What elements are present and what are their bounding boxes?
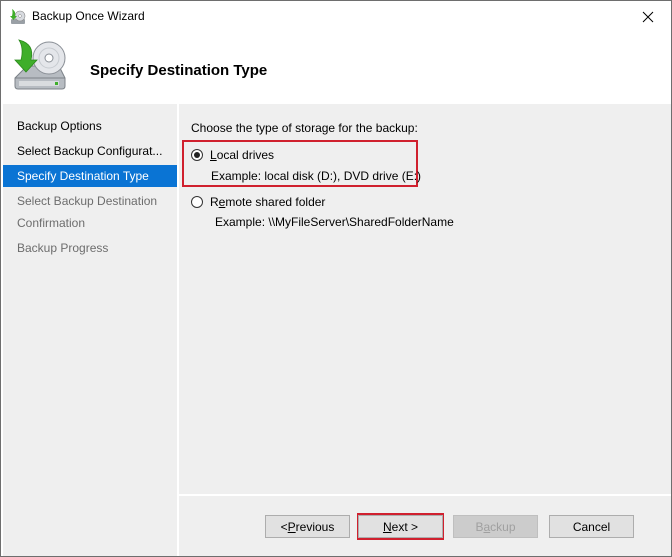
remote-shared-folder-label: Remote shared folder [210, 195, 326, 209]
page-title: Specify Destination Type [90, 62, 268, 79]
close-icon [642, 11, 654, 22]
close-button[interactable] [625, 1, 671, 32]
cancel-button[interactable]: Cancel [549, 515, 634, 538]
step-select-backup-destination: Select Backup Destination [17, 194, 158, 208]
previous-button[interactable]: < Previous [265, 515, 350, 538]
local-drives-radio[interactable] [191, 149, 203, 161]
step-backup-progress: Backup Progress [17, 241, 109, 255]
backup-drive-icon [14, 39, 66, 90]
step-backup-options[interactable]: Backup Options [3, 115, 177, 137]
remote-shared-folder-radio-option[interactable]: Remote shared folder [191, 195, 325, 209]
wizard-header: Specify Destination Type [1, 32, 671, 102]
local-drives-radio-option[interactable]: Local drives [191, 148, 274, 162]
title-bar: Backup Once Wizard [1, 1, 671, 32]
local-drives-label: Local drives [210, 148, 275, 162]
backup-button: Ba ckup [453, 515, 538, 538]
backup-app-icon [10, 9, 26, 24]
step-confirmation: Confirmation [17, 216, 86, 230]
step-select-backup-configuration[interactable]: Select Backup Configurat... [3, 140, 177, 162]
step-specify-destination-type[interactable]: Specify Destination Type [3, 165, 177, 187]
next-button[interactable]: Next > [358, 515, 443, 538]
remote-shared-folder-radio[interactable] [191, 196, 203, 208]
local-drives-example: Example: local disk (D:), DVD drive (E:) [211, 169, 422, 183]
window-title: Backup Once Wizard [32, 9, 145, 23]
wizard-steps-sidebar: Backup Options Select Backup Configurat.… [3, 104, 177, 556]
button-bar: < Previous Next > Ba ckup Cancel [179, 496, 671, 556]
storage-type-prompt: Choose the type of storage for the backu… [191, 121, 418, 135]
wizard-window: Backup Once Wizard Specify Destination T… [0, 0, 672, 557]
main-content: Choose the type of storage for the backu… [179, 104, 671, 494]
remote-shared-folder-example: Example: \\MyFileServer\SharedFolderName [215, 215, 454, 229]
